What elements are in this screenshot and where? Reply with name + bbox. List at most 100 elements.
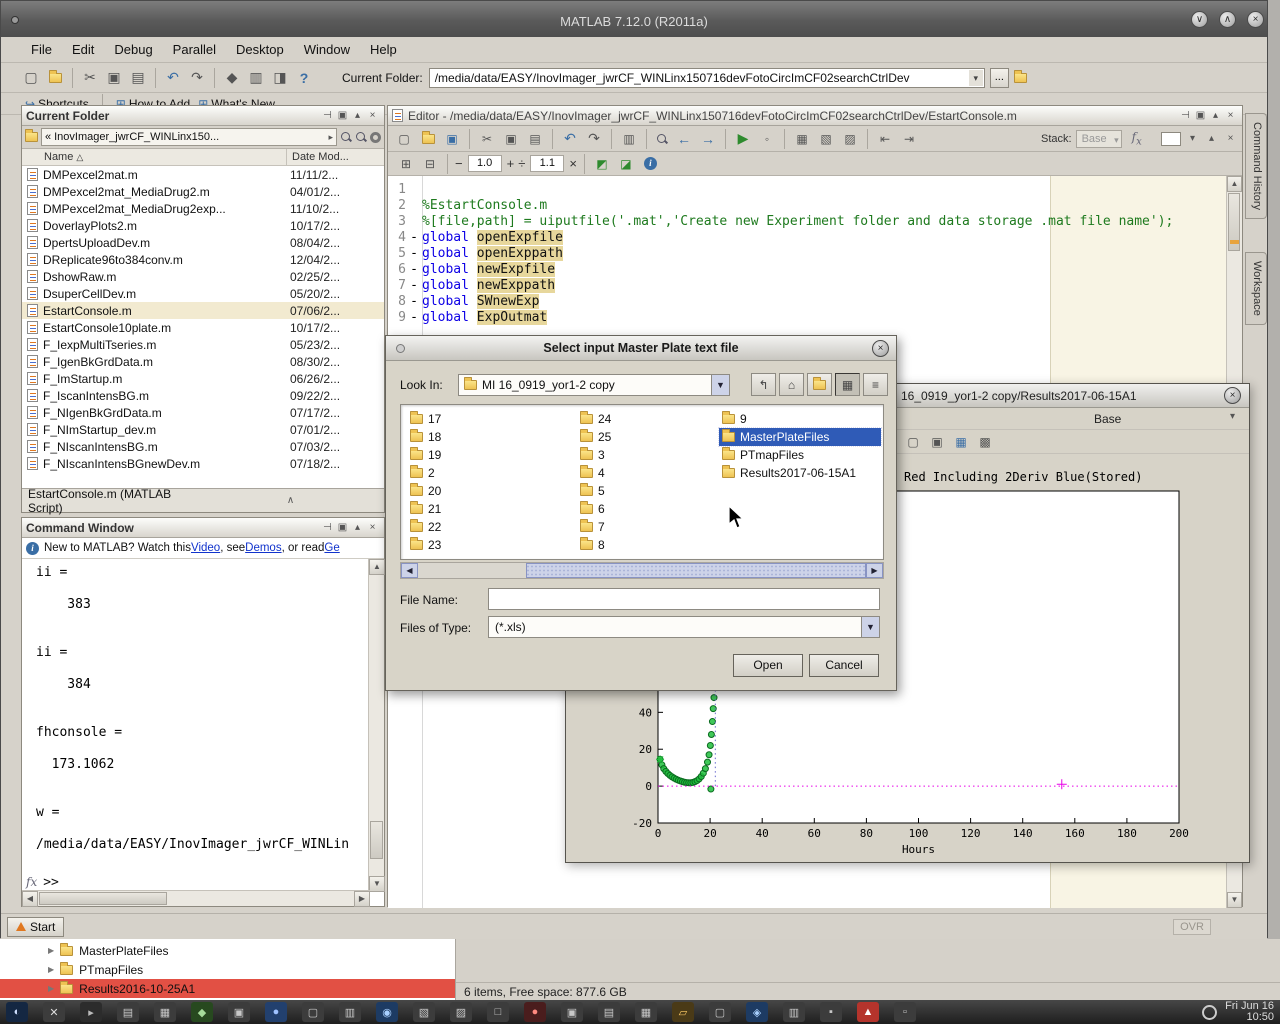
app-terminal-icon[interactable]: ▸: [80, 1002, 102, 1022]
titlebar[interactable]: MATLAB 7.12.0 (R2011a) ∨ ∧ ×: [1, 1, 1267, 37]
maximize-button[interactable]: ∧: [1219, 11, 1236, 28]
cut-icon[interactable]: ✂: [476, 128, 498, 150]
file-name-input[interactable]: [488, 588, 880, 610]
app-active-matlab-icon[interactable]: ▲: [857, 1002, 879, 1022]
fx-icon[interactable]: fx: [26, 875, 37, 889]
minimize-panel-icon[interactable]: ▴: [350, 110, 365, 121]
getting-started-link[interactable]: Ge: [324, 542, 339, 554]
paste-icon[interactable]: ▤: [524, 128, 546, 150]
folder-item[interactable]: 9: [719, 410, 881, 428]
value-field-1[interactable]: 1.0: [468, 155, 502, 172]
file-row[interactable]: EstartConsole.m07/06/2...: [22, 302, 384, 319]
menu-item-help[interactable]: Help: [360, 39, 407, 60]
app-folder-icon[interactable]: ▱: [672, 1002, 694, 1022]
close-panel-icon[interactable]: ×: [1223, 110, 1238, 121]
side-tab-workspace[interactable]: Workspace: [1245, 252, 1267, 325]
scrollbar-thumb[interactable]: [526, 563, 866, 578]
app-gray-11-icon[interactable]: ▥: [783, 1002, 805, 1022]
scroll-right-icon[interactable]: ▶: [866, 563, 883, 578]
fx-icon[interactable]: fx: [1132, 130, 1142, 147]
cell-divide-icon[interactable]: ▧: [815, 128, 837, 150]
scroll-up-icon[interactable]: ▲: [1227, 176, 1242, 192]
session-icon[interactable]: [1202, 1005, 1217, 1020]
dock-icon[interactable]: ⊣: [320, 522, 335, 533]
scroll-up-icon[interactable]: ▲: [369, 559, 385, 575]
scroll-left-icon[interactable]: ◀: [401, 563, 418, 578]
folder-item[interactable]: 25: [577, 428, 707, 446]
side-tab-command-history[interactable]: Command History: [1245, 113, 1267, 219]
scrollbar-thumb[interactable]: [370, 821, 383, 859]
file-row[interactable]: F_IexpMultiTseries.m05/23/2...: [22, 336, 384, 353]
browse-folder-button[interactable]: ...: [990, 68, 1009, 88]
look-in-combobox[interactable]: MI 16_0919_yor1-2 copy ▼: [458, 374, 730, 396]
breadcrumb[interactable]: « InovImager_jwrCF_WINLinx150... ▸: [41, 128, 337, 146]
menu-item-file[interactable]: File: [21, 39, 62, 60]
editor-close-icon[interactable]: ×: [1223, 133, 1238, 144]
file-row[interactable]: DMPexcel2mat.m11/11/2...: [22, 166, 384, 183]
redo-icon[interactable]: ↷: [583, 128, 605, 150]
demos-link[interactable]: Demos: [245, 542, 281, 554]
app-gray-3-icon[interactable]: ▥: [339, 1002, 361, 1022]
folder-item[interactable]: 2: [407, 464, 567, 482]
command-prompt[interactable]: fx >>: [26, 875, 59, 890]
minimize-panel-icon[interactable]: ▴: [350, 522, 365, 533]
profile-coverage-icon[interactable]: ◪: [615, 153, 637, 175]
app-green-icon[interactable]: ◆: [191, 1002, 213, 1022]
current-folder-input[interactable]: /media/data/EASY/InovImager_jwrCF_WINLin…: [429, 68, 985, 88]
clock[interactable]: Fri Jun 16 10:50: [1225, 1001, 1274, 1023]
file-row[interactable]: F_ImStartup.m06/26/2...: [22, 370, 384, 387]
cut-icon[interactable]: ✂: [79, 67, 101, 89]
copy-icon[interactable]: ▣: [103, 67, 125, 89]
up-one-level-button[interactable]: ↰: [751, 373, 776, 396]
file-row[interactable]: F_NIscanIntensBG.m07/03/2...: [22, 438, 384, 455]
breadcrumb-expand-icon[interactable]: ▸: [328, 129, 333, 145]
cell-run-icon[interactable]: ▨: [839, 128, 861, 150]
expander-icon[interactable]: ▶: [48, 984, 54, 993]
file-row[interactable]: DpertsUploadDev.m08/04/2...: [22, 234, 384, 251]
app-blue-1-icon[interactable]: ●: [265, 1002, 287, 1022]
find-icon[interactable]: [656, 133, 668, 145]
minimize-panel-icon[interactable]: ▴: [1208, 110, 1223, 121]
folder-item[interactable]: 19: [407, 446, 567, 464]
app-gray-1-icon[interactable]: ▣: [228, 1002, 250, 1022]
breakpoint-icon[interactable]: ◦: [756, 128, 778, 150]
new-folder-button[interactable]: [807, 373, 832, 396]
profile-time-icon[interactable]: ◩: [591, 153, 613, 175]
scroll-right-icon[interactable]: ▶: [354, 891, 370, 907]
go-forward-icon[interactable]: →: [697, 128, 719, 150]
help-icon[interactable]: ?: [293, 67, 315, 89]
app-browser-icon[interactable]: ◉: [376, 1002, 398, 1022]
up-one-level-icon[interactable]: [1010, 67, 1032, 89]
undock-icon[interactable]: ▣: [335, 110, 350, 121]
file-row[interactable]: F_IscanIntensBG.m09/22/2...: [22, 387, 384, 404]
app-x11-icon[interactable]: ✕: [43, 1002, 65, 1022]
combo-dropdown-icon[interactable]: ▼: [861, 617, 879, 637]
folder-item[interactable]: MasterPlateFiles: [719, 428, 881, 446]
app-swirl-icon[interactable]: ◐: [6, 1002, 28, 1022]
tree-item[interactable]: ▶MasterPlateFiles: [0, 941, 455, 960]
app-files-icon[interactable]: ▤: [117, 1002, 139, 1022]
folder-item[interactable]: 23: [407, 536, 567, 554]
folder-item[interactable]: 4: [577, 464, 707, 482]
menu-item-edit[interactable]: Edit: [62, 39, 104, 60]
editor-undock-icon[interactable]: ▴: [1204, 133, 1219, 144]
tree-item[interactable]: ▶Results2016-10-25A1: [0, 979, 455, 998]
print-icon[interactable]: ▥: [618, 128, 640, 150]
indent-right-icon[interactable]: ⇥: [898, 128, 920, 150]
folder-item[interactable]: 20: [407, 482, 567, 500]
app-blue-2-icon[interactable]: ◈: [746, 1002, 768, 1022]
value-field-2[interactable]: 1.1: [530, 155, 564, 172]
app-gray-8-icon[interactable]: ▤: [598, 1002, 620, 1022]
list-view-button[interactable]: ≡: [863, 373, 888, 396]
app-gray-10-icon[interactable]: ▢: [709, 1002, 731, 1022]
folder-list[interactable]: 171819220212223 2425345678 9MasterPlateF…: [400, 404, 884, 560]
divide-op-icon[interactable]: ÷: [518, 156, 525, 171]
actions-gear-icon[interactable]: [370, 132, 381, 143]
paste-icon[interactable]: ▤: [127, 67, 149, 89]
redo-icon[interactable]: ↷: [186, 67, 208, 89]
search-icon[interactable]: [340, 131, 352, 143]
app-gray-6-icon[interactable]: □: [487, 1002, 509, 1022]
simulink-icon[interactable]: ◆: [221, 67, 243, 89]
scrollbar-thumb[interactable]: [39, 892, 167, 905]
copy-icon[interactable]: ▣: [500, 128, 522, 150]
